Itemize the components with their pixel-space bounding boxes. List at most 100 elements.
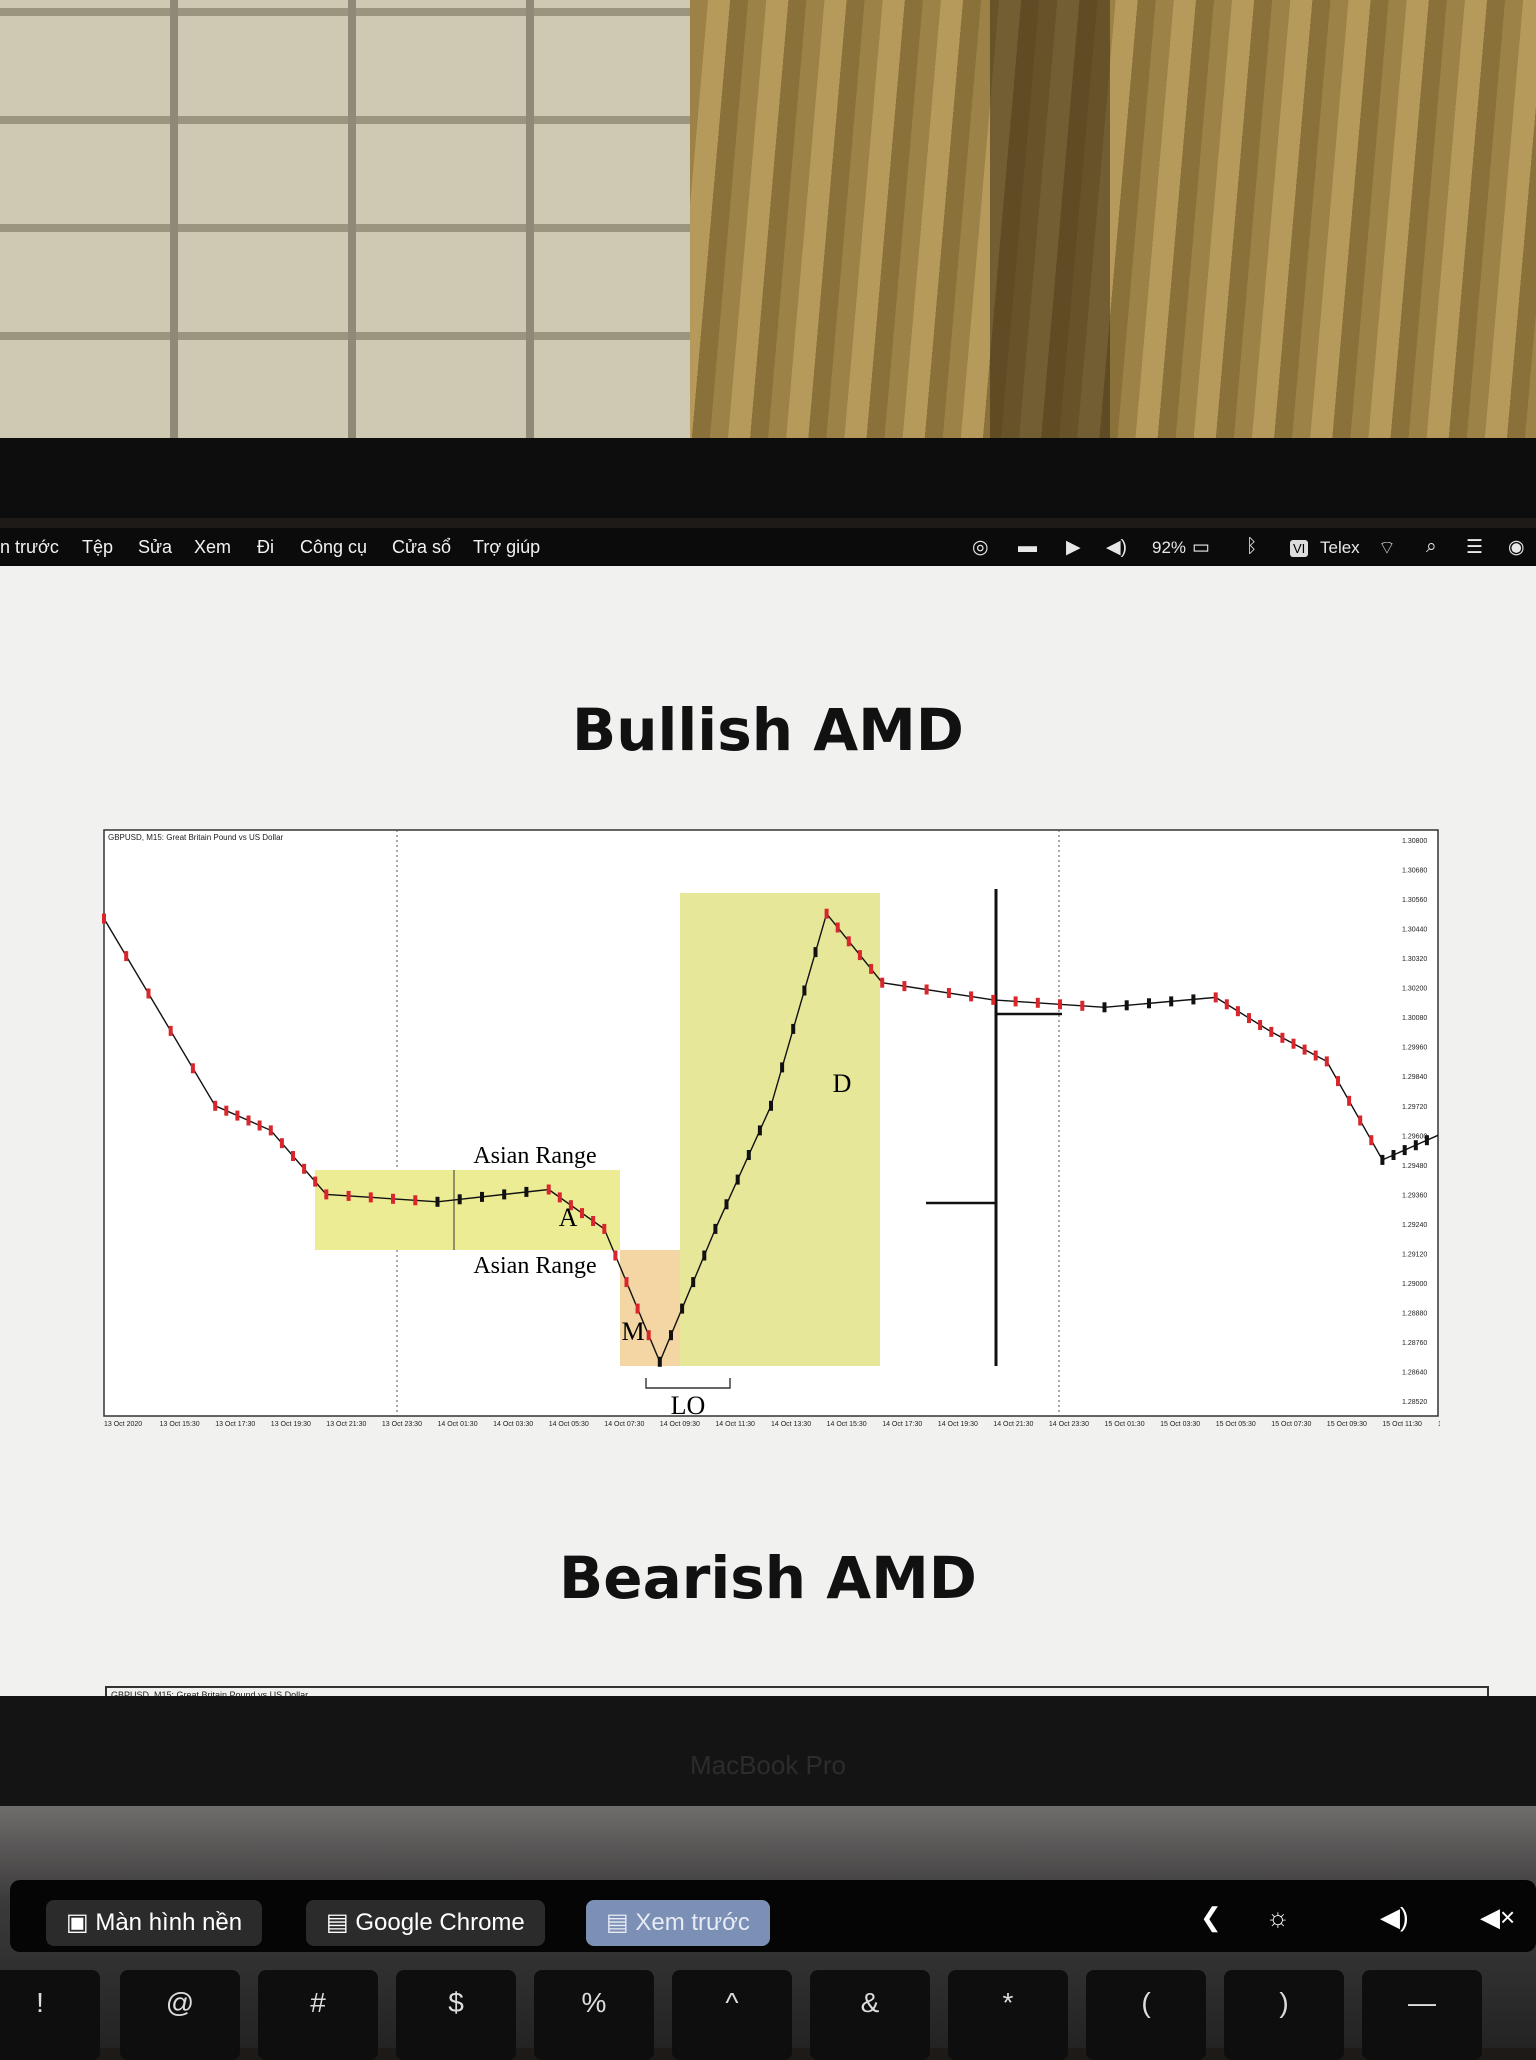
candle	[190, 1063, 195, 1074]
key-ampersand[interactable]: &	[810, 1970, 930, 2060]
menu-item-tools[interactable]: Công cụ	[300, 537, 367, 558]
menu-item-view[interactable]: Xem	[194, 537, 231, 558]
candle	[302, 1163, 307, 1174]
key-hash[interactable]: #	[258, 1970, 378, 2060]
x-tick-label: 13 Oct 15:30	[160, 1421, 200, 1428]
menu-item-window[interactable]: Cửa sổ	[392, 537, 451, 558]
key-open-paren[interactable]: (	[1086, 1970, 1206, 2060]
play-icon[interactable]: ▶	[1066, 536, 1081, 559]
x-tick-label: 13 Oct 19:30	[271, 1421, 311, 1428]
input-method-icon[interactable]: VI	[1290, 540, 1309, 557]
candle	[1413, 1140, 1418, 1151]
headphones-icon[interactable]: ◎	[972, 536, 989, 559]
candle	[1291, 1038, 1296, 1049]
menu-item-edit[interactable]: Sửa	[138, 537, 172, 558]
annotation-asian-range-bottom: Asian Range	[473, 1253, 596, 1279]
candle	[1302, 1044, 1307, 1055]
candle	[324, 1189, 329, 1200]
battery-icon[interactable]: ▭	[1192, 536, 1210, 559]
candle	[824, 908, 829, 919]
candle	[1102, 1002, 1107, 1013]
x-tick-label: 14 Oct 19:30	[938, 1421, 978, 1428]
chevron-left-icon[interactable]: ❮	[1200, 1902, 1222, 1933]
candle	[802, 985, 807, 996]
candle	[1191, 994, 1196, 1005]
brightness-icon[interactable]: ☼	[1266, 1902, 1290, 1933]
key-dollar[interactable]: $	[396, 1970, 516, 2060]
x-tick-label: 15 Oct 09:30	[1327, 1421, 1367, 1428]
key-caret[interactable]: ^	[672, 1970, 792, 2060]
touchbar-preview-button[interactable]: ▤ Xem trước	[586, 1900, 770, 1946]
touchbar-desktop-button[interactable]: ▣ Màn hình nền	[46, 1900, 263, 1946]
candle	[991, 994, 996, 1005]
key-close-paren[interactable]: )	[1224, 1970, 1344, 2060]
candle	[257, 1120, 262, 1131]
x-tick-label: 14 Oct 21:30	[993, 1421, 1033, 1428]
wifi-icon[interactable]: ⌔	[1378, 536, 1396, 560]
candle	[146, 988, 151, 999]
volume-icon[interactable]: ◀)	[1380, 1902, 1409, 1933]
annotation-m: M	[621, 1317, 644, 1346]
x-tick-label: 13 Oct 23:30	[382, 1421, 422, 1428]
input-method-label[interactable]: Telex	[1320, 538, 1360, 558]
key-percent[interactable]: %	[534, 1970, 654, 2060]
candle	[1280, 1032, 1285, 1043]
key-dash[interactable]: —	[1362, 1970, 1482, 2060]
candle	[924, 984, 929, 995]
volume-icon[interactable]: ◀)	[1106, 536, 1127, 559]
candle	[813, 947, 818, 958]
candle	[102, 913, 106, 924]
candle	[1124, 1000, 1129, 1011]
y-tick-label: 1.30800	[1402, 838, 1427, 845]
candle	[1324, 1056, 1329, 1067]
candle	[1336, 1076, 1340, 1087]
y-tick-label: 1.29360	[1402, 1192, 1427, 1199]
y-tick-label: 1.28520	[1402, 1399, 1427, 1406]
y-tick-label: 1.29840	[1402, 1074, 1427, 1081]
y-tick-label: 1.29960	[1402, 1045, 1427, 1052]
siri-icon[interactable]: ◉	[1508, 536, 1525, 559]
candle	[279, 1138, 284, 1149]
x-tick-label: 14 Oct 05:30	[549, 1421, 589, 1428]
search-icon[interactable]: ⌕	[1426, 536, 1437, 558]
laptop-bezel-top	[0, 438, 1536, 518]
keyboard-number-row: ! @ # $ % ^ & * ( ) —	[0, 1970, 1536, 2060]
menu-item-back[interactable]: n trước	[0, 537, 59, 558]
bullish-amd-chart: GBPUSD, M15: Great Britain Pound vs US D…	[102, 829, 1440, 1428]
y-tick-label: 1.28880	[1402, 1311, 1427, 1318]
candle	[268, 1125, 273, 1136]
mute-icon[interactable]: ◀×	[1480, 1902, 1515, 1933]
control-center-icon[interactable]: ☰	[1466, 536, 1483, 559]
candle	[168, 1025, 173, 1036]
battery-percent: 92%	[1152, 538, 1187, 557]
candle	[213, 1100, 218, 1111]
key-exclamation[interactable]: !	[0, 1970, 100, 2060]
candle	[680, 1303, 685, 1314]
menu-item-go[interactable]: Đi	[257, 537, 274, 558]
candle	[846, 936, 851, 947]
x-tick-label: 15 Oct 01:30	[1105, 1421, 1145, 1428]
candle	[624, 1277, 629, 1288]
candle	[602, 1223, 607, 1234]
candle	[1224, 999, 1229, 1010]
candle	[413, 1195, 418, 1206]
touch-bar: ▣ Màn hình nền ▤ Google Chrome ▤ Xem trư…	[10, 1880, 1536, 1952]
y-tick-label: 1.29240	[1402, 1222, 1427, 1229]
x-tick-label: 13 Oct 17:30	[215, 1421, 255, 1428]
bluetooth-icon[interactable]: ᛒ	[1246, 536, 1257, 558]
candle	[480, 1191, 484, 1202]
touchbar-chrome-button[interactable]: ▤ Google Chrome	[306, 1900, 545, 1946]
key-at[interactable]: @	[120, 1970, 240, 2060]
menu-bar: n trước Tệp Sửa Xem Đi Công cụ Cửa sổ Tr…	[0, 528, 1536, 566]
menu-item-help[interactable]: Trợ giúp	[473, 537, 540, 558]
menu-item-file[interactable]: Tệp	[82, 537, 113, 558]
candle	[246, 1115, 251, 1126]
x-tick-label: 14 Oct 11:30	[715, 1421, 755, 1428]
key-asterisk[interactable]: *	[948, 1970, 1068, 2060]
candle	[391, 1193, 395, 1204]
candle	[1235, 1006, 1240, 1017]
candle	[635, 1303, 640, 1314]
sleep-icon[interactable]: ▬	[1018, 536, 1037, 558]
candle	[346, 1190, 351, 1201]
manipulation-box	[620, 1250, 680, 1366]
